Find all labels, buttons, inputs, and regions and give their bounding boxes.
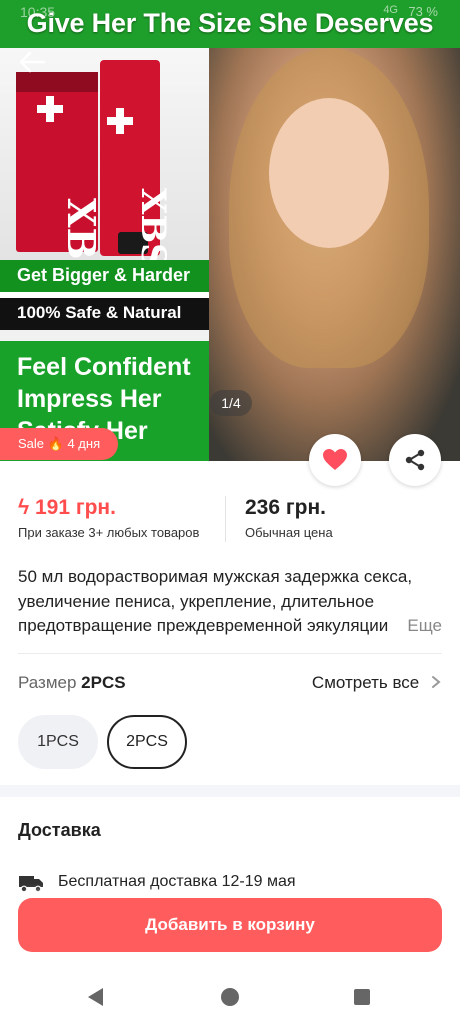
share-icon xyxy=(405,449,425,471)
sale-badge: Sale 🔥 4 дня xyxy=(0,428,118,460)
sale-price-note: При заказе 3+ любых товаров xyxy=(18,525,200,540)
image-counter: 1/4 xyxy=(210,390,252,416)
product-image-carousel[interactable]: XBS XBS Get Bigger & Harder 100% Safe & … xyxy=(0,0,460,461)
size-option-1pcs[interactable]: 1PCS xyxy=(18,715,98,769)
status-time: 10:35 xyxy=(20,4,56,20)
battery-indicator: 73 % xyxy=(408,4,438,19)
size-selected-value: 2PCS xyxy=(81,673,126,692)
chevron-right-icon xyxy=(432,676,441,688)
product-description[interactable]: 50 мл водорастворимая мужская задержка с… xyxy=(18,565,442,639)
price-row: ϟ 191 грн. При заказе 3+ любых товаров 2… xyxy=(18,496,442,542)
nav-recents-icon[interactable] xyxy=(354,989,370,1005)
sale-price: ϟ 191 грн. xyxy=(18,496,116,520)
delivery-row: Бесплатная доставка 12-19 мая xyxy=(18,872,442,894)
arrow-left-icon[interactable] xyxy=(18,50,46,74)
system-nav-bar xyxy=(0,970,460,1024)
description-more-link[interactable]: Еще xyxy=(403,614,442,639)
share-button[interactable] xyxy=(389,434,441,486)
size-label: Размер 2PCS xyxy=(18,673,126,693)
regular-price-note: Обычная цена xyxy=(245,525,333,540)
section-separator xyxy=(0,785,460,797)
lightning-icon: ϟ xyxy=(18,496,30,519)
description-text: 50 мл водорастворимая мужская задержка с… xyxy=(18,567,413,635)
nav-back-icon[interactable] xyxy=(88,988,103,1006)
add-to-cart-button[interactable]: Добавить в корзину xyxy=(18,898,442,952)
heart-icon xyxy=(323,449,347,470)
price-divider xyxy=(225,496,226,542)
product-banner-left: XBS XBS Get Bigger & Harder 100% Safe & … xyxy=(0,48,209,461)
sale-label: Sale xyxy=(18,436,45,451)
truck-icon xyxy=(19,876,43,893)
favorite-button[interactable] xyxy=(309,434,361,486)
delivery-text: Бесплатная доставка 12-19 мая xyxy=(58,873,296,890)
see-all-sizes-link[interactable]: Смотреть все xyxy=(312,673,442,693)
section-divider xyxy=(18,653,442,654)
product-box-image: XBS XBS xyxy=(0,48,209,287)
size-option-2pcs[interactable]: 2PCS xyxy=(107,715,187,769)
delivery-title: Доставка xyxy=(18,820,101,840)
brand-text-tube: XBS xyxy=(133,188,173,260)
status-bar: 10:35 4G 73 % xyxy=(0,0,460,22)
see-all-label: Смотреть все xyxy=(311,673,420,692)
cream-package-icon: XBS XBS xyxy=(16,60,173,287)
sale-days: 4 дня xyxy=(67,436,101,451)
sale-price-value: 191 грн. xyxy=(34,496,116,519)
brand-text-box: XBS xyxy=(59,198,104,260)
size-label-text: Размер xyxy=(18,673,77,692)
photo-face-shape xyxy=(269,98,389,248)
tagline-bigger: Get Bigger & Harder xyxy=(0,260,209,292)
network-indicator: 4G xyxy=(383,4,398,16)
regular-price: 236 грн. xyxy=(245,496,326,519)
size-row: Размер 2PCS Смотреть все xyxy=(18,673,442,697)
nav-home-icon[interactable] xyxy=(221,988,239,1006)
fire-icon: 🔥 xyxy=(47,436,64,451)
tagline-safe: 100% Safe & Natural xyxy=(0,298,209,330)
